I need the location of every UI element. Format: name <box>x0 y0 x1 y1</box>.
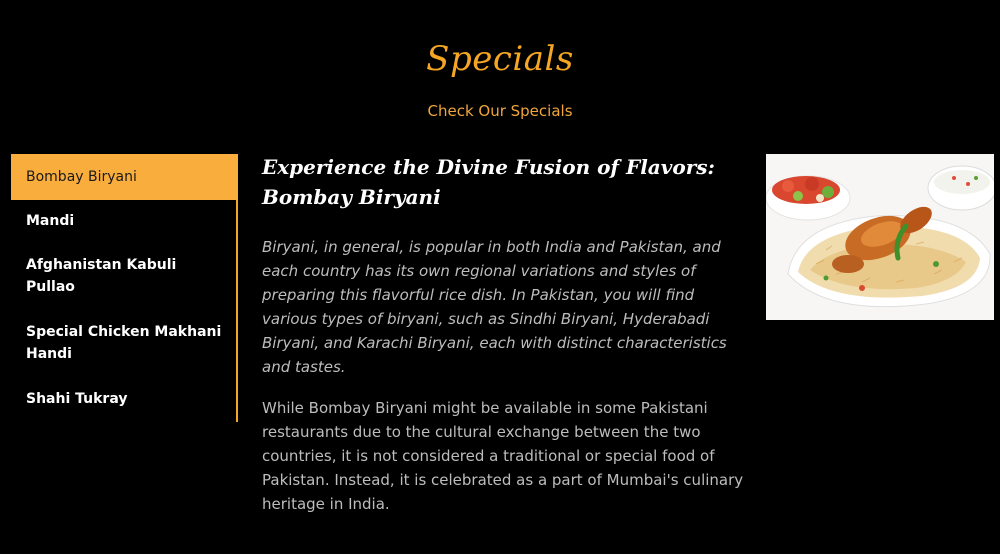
specials-tab-list: Bombay Biryani Mandi Afghanistan Kabuli … <box>11 154 238 422</box>
special-description: While Bombay Biryani might be available … <box>262 399 744 513</box>
tab-afghanistan-kabuli-pullao[interactable]: Afghanistan Kabuli Pullao <box>11 254 236 298</box>
specials-section: Specials Check Our Specials Bombay Birya… <box>0 0 1000 554</box>
tab-shahi-tukray[interactable]: Shahi Tukray <box>11 388 236 410</box>
biryani-dish-photo-icon <box>766 154 994 320</box>
tab-bombay-biryani[interactable]: Bombay Biryani <box>11 154 238 200</box>
tab-mandi[interactable]: Mandi <box>11 210 236 232</box>
special-title: Experience the Divine Fusion of Flavors:… <box>262 155 715 209</box>
tab-special-chicken-makhani-handi[interactable]: Special Chicken Makhani Handi <box>11 321 236 365</box>
special-description-italic: Biryani, in general, is popular in both … <box>262 238 727 376</box>
biryani-dish-image <box>766 154 994 320</box>
section-subtitle: Check Our Specials <box>427 102 573 120</box>
section-title: Specials <box>426 39 574 79</box>
